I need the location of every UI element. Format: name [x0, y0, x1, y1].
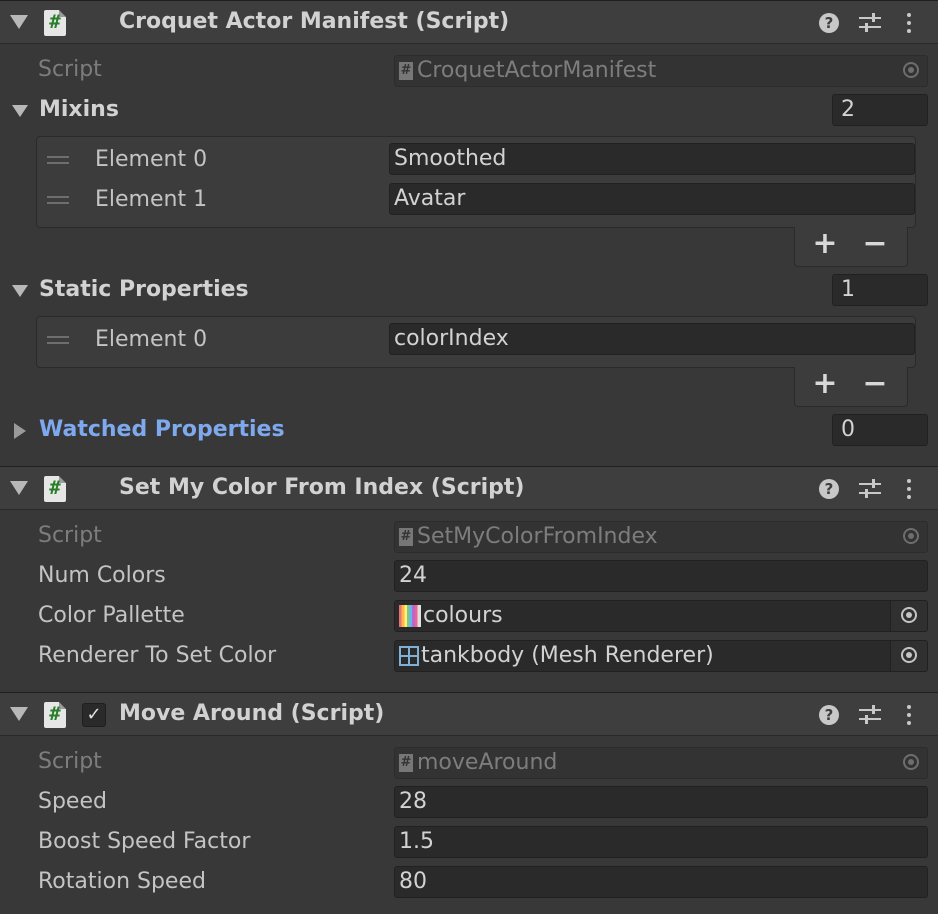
num-colors-label: Num Colors: [38, 563, 166, 588]
num-colors-field[interactable]: 24: [394, 560, 928, 592]
component-header-croquet-actor-manifest[interactable]: # Croquet Actor Manifest (Script) ?: [0, 0, 938, 44]
script-asset-icon: #: [399, 754, 413, 772]
static-properties-label[interactable]: Static Properties: [39, 277, 249, 302]
more-options-icon[interactable]: [906, 705, 912, 727]
color-pallette-label: Color Pallette: [38, 603, 185, 628]
foldout-arrow-icon[interactable]: [10, 707, 28, 721]
rotation-speed-field[interactable]: 80: [394, 866, 928, 898]
help-icon[interactable]: ?: [819, 13, 839, 33]
add-element-button[interactable]: +: [805, 367, 845, 403]
mixins-count-field[interactable]: 2: [832, 94, 928, 126]
script-field[interactable]: # moveAround: [394, 747, 928, 779]
remove-element-button[interactable]: −: [855, 227, 895, 263]
list-element-field[interactable]: Avatar: [389, 183, 915, 215]
presets-icon[interactable]: [859, 705, 881, 725]
object-picker-button[interactable]: [890, 601, 927, 631]
object-picker-icon[interactable]: [903, 528, 919, 544]
object-picker-icon[interactable]: [903, 754, 919, 770]
drag-handle-icon[interactable]: [47, 196, 69, 206]
foldout-arrow-icon[interactable]: [10, 15, 28, 29]
foldout-arrow-icon[interactable]: [10, 481, 28, 495]
more-options-icon[interactable]: [906, 13, 912, 35]
list-element-label: Element 0: [95, 327, 208, 352]
script-asset-icon: #: [399, 62, 413, 80]
script-icon: #: [44, 10, 66, 36]
static-properties-foldout-icon[interactable]: [12, 285, 28, 297]
watched-properties-count-field[interactable]: 0: [832, 414, 928, 446]
static-properties-count-field[interactable]: 1: [832, 274, 928, 306]
script-label: Script: [38, 749, 102, 774]
mixins-list-footer: + −: [794, 227, 908, 267]
list-element-label: Element 1: [95, 187, 208, 212]
color-pallette-field[interactable]: colours: [394, 600, 928, 632]
script-label: Script: [38, 57, 102, 82]
list-element-field[interactable]: colorIndex: [389, 323, 915, 355]
drag-handle-icon[interactable]: [47, 336, 69, 346]
script-field[interactable]: # CroquetActorManifest: [394, 55, 928, 87]
mixins-list: Element 0 Smoothed Element 1 Avatar: [36, 136, 916, 228]
speed-label: Speed: [38, 789, 107, 814]
rotation-speed-label: Rotation Speed: [38, 869, 206, 894]
mixins-foldout-icon[interactable]: [12, 105, 28, 117]
component-title: Croquet Actor Manifest (Script): [119, 9, 510, 34]
presets-icon[interactable]: [859, 479, 881, 499]
component-title: Set My Color From Index (Script): [119, 475, 525, 500]
script-asset-icon: #: [399, 528, 413, 546]
script-icon: #: [44, 476, 66, 502]
object-picker-icon[interactable]: [901, 647, 917, 663]
more-options-icon[interactable]: [906, 479, 912, 501]
component-enabled-checkbox[interactable]: ✓: [82, 703, 106, 727]
remove-element-button[interactable]: −: [855, 367, 895, 403]
drag-handle-icon[interactable]: [47, 156, 69, 166]
renderer-to-set-color-label: Renderer To Set Color: [38, 643, 277, 668]
boost-speed-factor-label: Boost Speed Factor: [38, 829, 251, 854]
add-element-button[interactable]: +: [805, 227, 845, 263]
object-picker-icon[interactable]: [901, 607, 917, 623]
static-properties-list-footer: + −: [794, 367, 908, 407]
mesh-renderer-icon: [399, 646, 419, 666]
component-title: Move Around (Script): [119, 701, 385, 726]
watched-properties-foldout-icon[interactable]: [14, 423, 26, 439]
object-picker-icon[interactable]: [903, 62, 919, 78]
watched-properties-label[interactable]: Watched Properties: [39, 417, 285, 442]
component-header-set-my-color-from-index[interactable]: # Set My Color From Index (Script) ?: [0, 466, 938, 510]
list-element-label: Element 0: [95, 147, 208, 172]
texture-icon: [399, 605, 421, 627]
renderer-to-set-color-field[interactable]: tankbody (Mesh Renderer): [394, 640, 928, 672]
object-picker-button[interactable]: [890, 641, 927, 671]
script-icon: #: [44, 702, 66, 728]
static-properties-list: Element 0 colorIndex: [36, 316, 916, 368]
presets-icon[interactable]: [859, 13, 881, 33]
list-element-field[interactable]: Smoothed: [389, 143, 915, 175]
help-icon[interactable]: ?: [819, 705, 839, 725]
help-icon[interactable]: ?: [819, 479, 839, 499]
boost-speed-factor-field[interactable]: 1.5: [394, 826, 928, 858]
speed-field[interactable]: 28: [394, 786, 928, 818]
component-header-move-around[interactable]: # ✓ Move Around (Script) ?: [0, 692, 938, 736]
script-field[interactable]: # SetMyColorFromIndex: [394, 521, 928, 553]
mixins-label[interactable]: Mixins: [39, 97, 119, 122]
script-label: Script: [38, 523, 102, 548]
